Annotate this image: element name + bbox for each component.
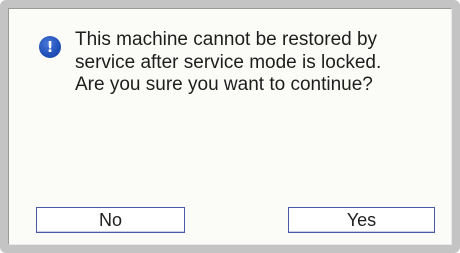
- confirmation-dialog: ! This machine cannot be restored by ser…: [8, 8, 452, 245]
- message-line: This machine cannot be restored by: [75, 29, 378, 50]
- message-line: Are you sure you want to continue?: [75, 74, 373, 95]
- message-line: service after service mode is locked.: [75, 51, 382, 73]
- info-icon: !: [39, 36, 61, 58]
- dialog-message: This machine cannot be restored by servi…: [75, 29, 435, 97]
- no-button[interactable]: No: [36, 207, 185, 233]
- yes-button[interactable]: Yes: [288, 207, 435, 233]
- dialog-frame: ! This machine cannot be restored by ser…: [0, 0, 460, 253]
